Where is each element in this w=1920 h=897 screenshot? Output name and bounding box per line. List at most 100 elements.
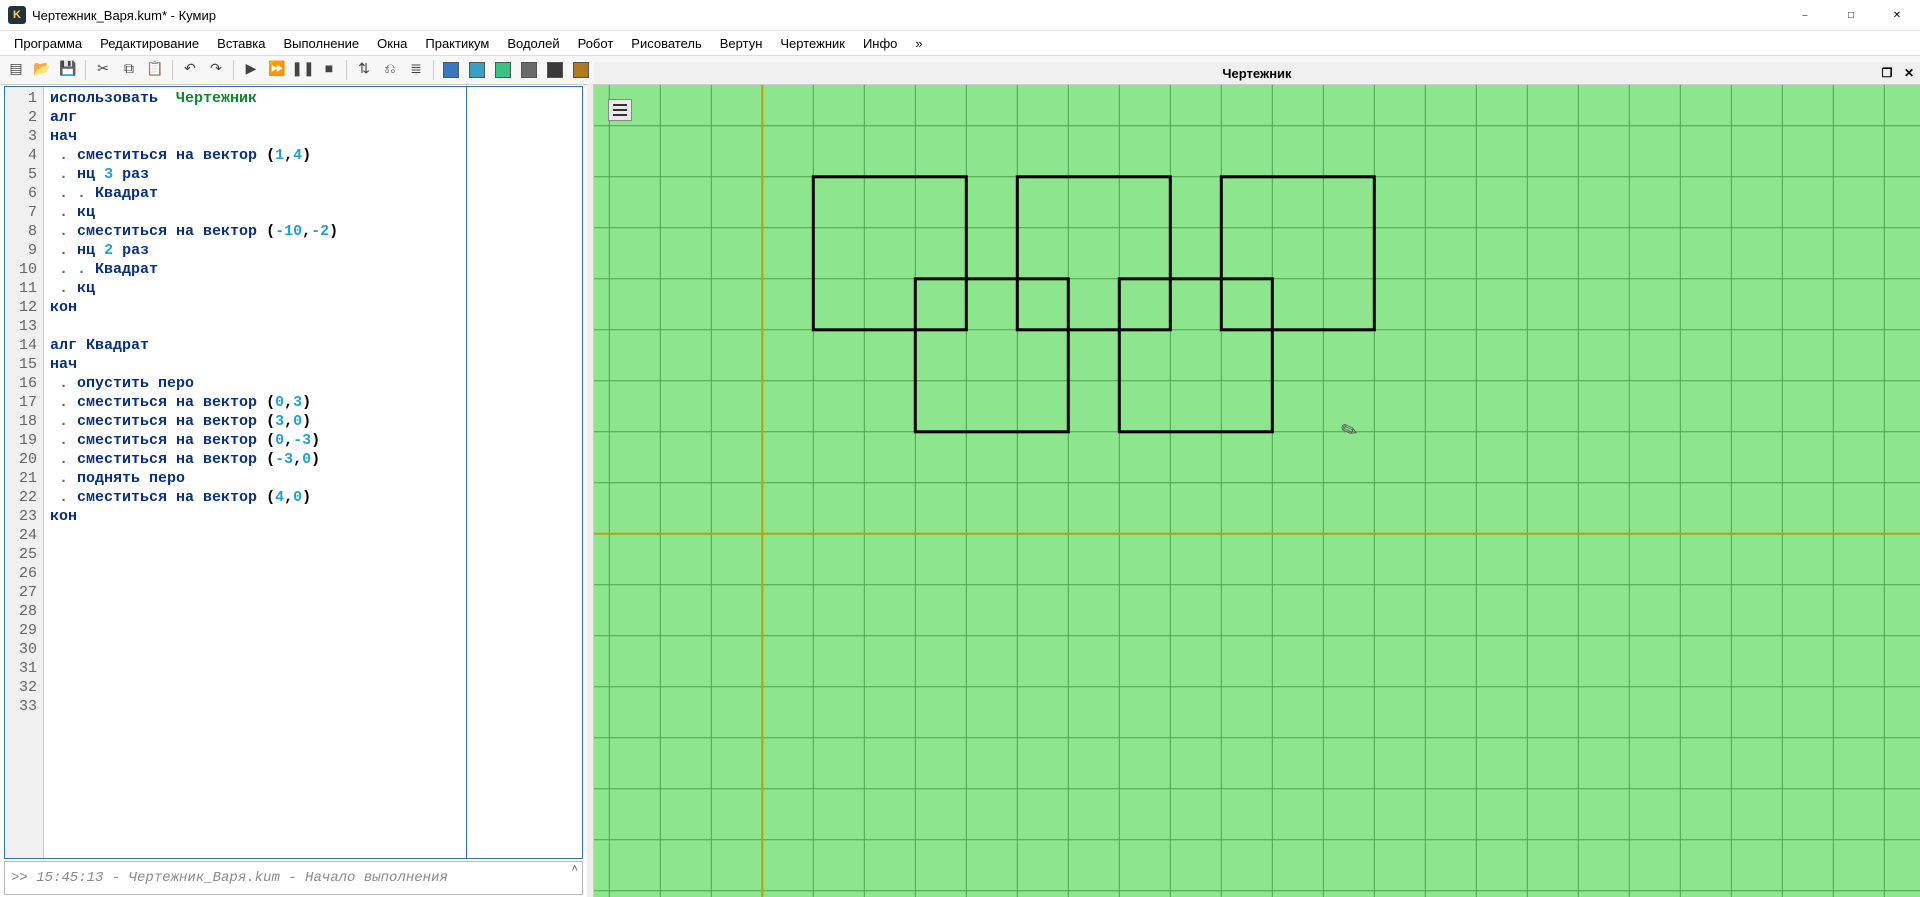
stop-icon[interactable]: ■ <box>317 58 341 82</box>
canvas-menu-icon[interactable] <box>608 99 632 121</box>
window-titlebar: K Чертежник_Варя.kum* - Кумир ‒ □ ✕ <box>0 0 1920 31</box>
run-icon[interactable]: ▶ <box>239 58 263 82</box>
menu-выполнение[interactable]: Выполнение <box>275 34 367 53</box>
line-number: 26 <box>5 564 43 583</box>
menu-вертун[interactable]: Вертун <box>712 34 771 53</box>
menu-окна[interactable]: Окна <box>369 34 415 53</box>
line-number: 1 <box>5 89 43 108</box>
menu-робот[interactable]: Робот <box>570 34 622 53</box>
code-line[interactable]: использовать Чертежник <box>50 89 460 108</box>
code-line[interactable]: . . Квадрат <box>50 184 460 203</box>
menu-рисователь[interactable]: Рисователь <box>623 34 709 53</box>
app-icon: K <box>8 6 26 24</box>
toggle-icon-1[interactable]: ⇅ <box>352 58 376 82</box>
module-icon-2[interactable] <box>465 58 489 82</box>
menu-bar: ПрограммаРедактированиеВставкаВыполнение… <box>0 31 1920 55</box>
menu-»[interactable]: » <box>907 34 930 53</box>
module-icon-4[interactable] <box>517 58 541 82</box>
drawer-title: Чертежник <box>594 66 1920 81</box>
line-number: 19 <box>5 431 43 450</box>
line-number-gutter: 1234567891011121314151617181920212223242… <box>5 87 44 858</box>
menu-чертежник[interactable]: Чертежник <box>772 34 853 53</box>
code-line[interactable]: . нц 3 раз <box>50 165 460 184</box>
code-line[interactable]: . . Квадрат <box>50 260 460 279</box>
code-line[interactable]: . сместиться на вектор (0,3) <box>50 393 460 412</box>
line-number: 25 <box>5 545 43 564</box>
open-file-icon[interactable]: 📂 <box>30 58 54 82</box>
paste-icon[interactable]: 📋 <box>143 58 167 82</box>
line-number: 18 <box>5 412 43 431</box>
line-number: 21 <box>5 469 43 488</box>
drawer-panel: Чертежник ❐ ✕ ✎ <box>593 84 1920 897</box>
menu-редактирование[interactable]: Редактирование <box>92 34 207 53</box>
code-line[interactable] <box>50 317 460 336</box>
console-scroll-up-icon[interactable]: ˄ <box>571 864 578 876</box>
undo-icon[interactable]: ↶ <box>178 58 202 82</box>
pause-icon[interactable]: ❚❚ <box>291 58 315 82</box>
line-number: 24 <box>5 526 43 545</box>
line-number: 2 <box>5 108 43 127</box>
code-line[interactable]: нач <box>50 127 460 146</box>
code-line[interactable]: . сместиться на вектор (0,-3) <box>50 431 460 450</box>
line-number: 28 <box>5 602 43 621</box>
code-line[interactable]: . сместиться на вектор (-3,0) <box>50 450 460 469</box>
save-icon[interactable]: 💾 <box>56 58 80 82</box>
line-number: 15 <box>5 355 43 374</box>
menu-практикум[interactable]: Практикум <box>417 34 497 53</box>
new-file-icon[interactable]: ▤ <box>4 58 28 82</box>
line-number: 10 <box>5 260 43 279</box>
menu-инфо[interactable]: Инфо <box>855 34 905 53</box>
line-number: 29 <box>5 621 43 640</box>
line-number: 16 <box>5 374 43 393</box>
code-line[interactable]: . кц <box>50 203 460 222</box>
close-button[interactable]: ✕ <box>1874 0 1920 30</box>
cut-icon[interactable]: ✂ <box>91 58 115 82</box>
module-icon-5[interactable] <box>543 58 567 82</box>
line-number: 17 <box>5 393 43 412</box>
console-line: >> 15:45:13 - Чертежник_Варя.kum - Начал… <box>11 870 448 886</box>
editor-panel: 1234567891011121314151617181920212223242… <box>0 84 587 897</box>
code-area[interactable]: использовать Чертежникалгнач . сместитьс… <box>44 87 466 858</box>
line-number: 7 <box>5 203 43 222</box>
line-number: 6 <box>5 184 43 203</box>
code-line[interactable]: . нц 2 раз <box>50 241 460 260</box>
toggle-icon-3[interactable]: ≣ <box>404 58 428 82</box>
step-icon[interactable]: ⏩ <box>265 58 289 82</box>
redo-icon[interactable]: ↷ <box>204 58 228 82</box>
menu-программа[interactable]: Программа <box>6 34 90 53</box>
code-line[interactable]: . сместиться на вектор (3,0) <box>50 412 460 431</box>
code-line[interactable]: алг Квадрат <box>50 336 460 355</box>
code-line[interactable]: . сместиться на вектор (1,4) <box>50 146 460 165</box>
code-line[interactable]: . поднять перо <box>50 469 460 488</box>
maximize-button[interactable]: □ <box>1828 0 1874 30</box>
drawer-canvas[interactable]: ✎ <box>594 85 1920 897</box>
toggle-icon-2[interactable]: ⎌ <box>378 58 402 82</box>
code-line[interactable]: нач <box>50 355 460 374</box>
output-console[interactable]: >> 15:45:13 - Чертежник_Варя.kum - Начал… <box>4 861 583 895</box>
line-number: 4 <box>5 146 43 165</box>
code-line[interactable]: . кц <box>50 279 460 298</box>
line-number: 27 <box>5 583 43 602</box>
code-line[interactable]: кон <box>50 298 460 317</box>
module-icon-3[interactable] <box>491 58 515 82</box>
module-icon-6[interactable] <box>569 58 593 82</box>
code-line[interactable]: алг <box>50 108 460 127</box>
line-number: 11 <box>5 279 43 298</box>
code-line[interactable]: . сместиться на вектор (-10,-2) <box>50 222 460 241</box>
line-number: 33 <box>5 697 43 716</box>
line-number: 22 <box>5 488 43 507</box>
code-editor[interactable]: 1234567891011121314151617181920212223242… <box>4 86 583 859</box>
code-line[interactable]: . опустить перо <box>50 374 460 393</box>
code-line[interactable]: . сместиться на вектор (4,0) <box>50 488 460 507</box>
drawer-titlebar: Чертежник ❐ ✕ <box>594 62 1920 85</box>
line-number: 32 <box>5 678 43 697</box>
line-number: 13 <box>5 317 43 336</box>
menu-водолей[interactable]: Водолей <box>499 34 567 53</box>
minimize-button[interactable]: ‒ <box>1782 0 1828 30</box>
line-number: 23 <box>5 507 43 526</box>
menu-вставка[interactable]: Вставка <box>209 34 273 53</box>
code-line[interactable]: кон <box>50 507 460 526</box>
copy-icon[interactable]: ⧉ <box>117 58 141 82</box>
module-icon-1[interactable] <box>439 58 463 82</box>
line-number: 3 <box>5 127 43 146</box>
